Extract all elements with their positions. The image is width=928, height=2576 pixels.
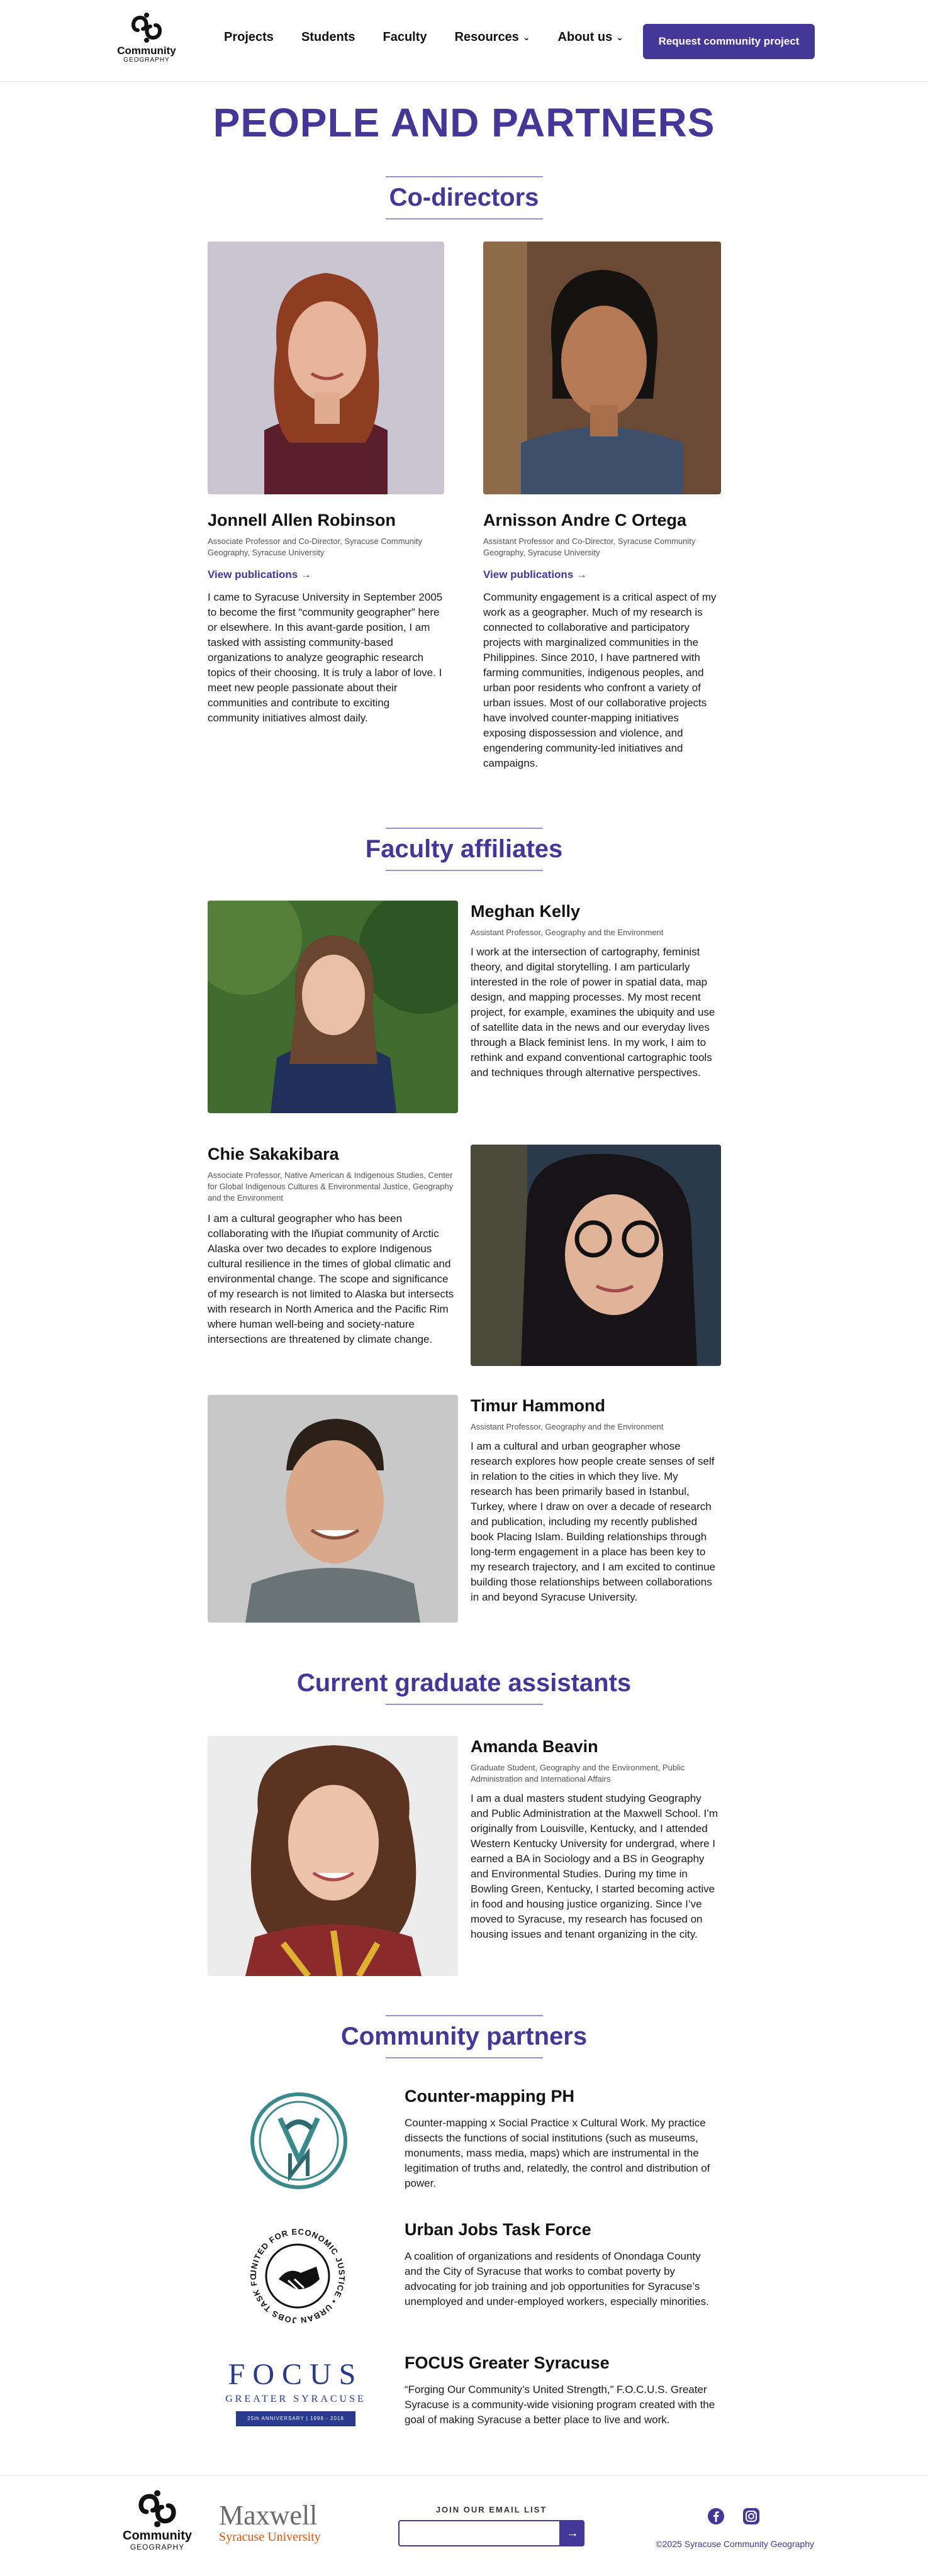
nav-projects[interactable]: Projects [224, 30, 274, 45]
person-name: Timur Hammond [471, 1396, 606, 1415]
instagram-icon[interactable] [742, 2507, 760, 2525]
person-role: Assistant Professor, Geography and the E… [471, 928, 664, 937]
view-publications-link[interactable]: View publications → [208, 569, 311, 581]
person-name: Jonnell Allen Robinson [208, 511, 396, 530]
syracuse-university-wordmark: Syracuse University [219, 2530, 321, 2544]
nav-faculty[interactable]: Faculty [383, 30, 427, 45]
divider [385, 2015, 543, 2016]
focus-logo-band: 25th ANNIVERSARY | 1998 - 2018 [236, 2411, 355, 2426]
email-submit-button[interactable]: → [561, 2520, 584, 2546]
person-bio: I am a cultural and urban geographer who… [471, 1440, 715, 1603]
person-name: Meghan Kelly [471, 902, 581, 921]
person-name: Amanda Beavin [471, 1737, 598, 1756]
footer-logo[interactable]: Community GEOGRAPHY [112, 2489, 203, 2551]
person-role: Associate Professor, Native American & I… [208, 1170, 454, 1202]
section-faculty-affiliates: Faculty affiliates [0, 828, 928, 871]
page-title: PEOPLE AND PARTNERS [213, 100, 715, 145]
focus-logo-word: FOCUS [228, 2358, 364, 2391]
nav-label: Projects [224, 30, 274, 44]
section-community-partners: Community partners [0, 2015, 928, 2058]
logo-line-1: Community [123, 2529, 192, 2543]
arrow-right-icon: → [301, 569, 312, 580]
nav-students[interactable]: Students [301, 30, 355, 45]
portrait-chie-sakakibara [471, 1145, 721, 1366]
divider [385, 1704, 543, 1705]
person-name: Chie Sakakibara [208, 1145, 339, 1163]
maxwell-logo[interactable]: Maxwell Syracuse University [219, 2500, 321, 2545]
maxwell-wordmark: Maxwell [219, 2500, 318, 2531]
urban-jobs-logo: UNITED FOR ECONOMIC JUSTICE • URBAN JOBS… [241, 2215, 351, 2329]
nav-resources[interactable]: Resources ⌄ [455, 30, 530, 45]
section-co-directors: Co-directors [0, 176, 928, 219]
focus-logo: FOCUS GREATER SYRACUSE 25th ANNIVERSARY … [220, 2358, 371, 2440]
divider [385, 870, 543, 871]
portrait-amanda-beavin [208, 1736, 458, 1976]
logo-line-1: Community [117, 45, 176, 57]
link-label: View publications [483, 569, 574, 580]
partner-description: “Forging Our Community’s United Strength… [405, 2384, 715, 2426]
facebook-icon[interactable] [707, 2507, 725, 2525]
site-logo[interactable]: Community GEOGRAPHY [112, 11, 181, 72]
portrait-timur-hammond [208, 1395, 458, 1623]
nav-label: Students [301, 30, 355, 44]
person-bio: I work at the intersection of cartograph… [471, 946, 715, 1079]
divider [385, 218, 543, 219]
logo-line-2: GEOGRAPHY [130, 2543, 185, 2551]
main-nav: Projects Students Faculty Resources ⌄ Abo… [224, 30, 651, 45]
partner-name: Counter-mapping PH [405, 2087, 574, 2106]
divider [385, 176, 543, 177]
partner-name: Urban Jobs Task Force [405, 2220, 591, 2239]
person-bio: I came to Syracuse University in Septemb… [208, 591, 443, 724]
person-role: Associate Professor and Co-Director, Syr… [208, 536, 423, 557]
portrait-jonnell-robinson [208, 242, 444, 494]
email-list-label: JOIN OUR EMAIL LIST [435, 2505, 547, 2514]
section-heading: Current graduate assistants [296, 1669, 632, 1697]
person-role: Assistant Professor, Geography and the E… [471, 1422, 664, 1431]
request-project-button[interactable]: Request community project [643, 24, 815, 59]
arrow-right-icon: → [566, 2526, 579, 2540]
arrow-right-icon: → [576, 569, 588, 580]
email-input[interactable] [398, 2520, 561, 2546]
person-bio: I am a cultural geographer who has been … [208, 1213, 454, 1345]
nav-about-us[interactable]: About us ⌄ [558, 30, 623, 45]
section-heading: Faculty affiliates [365, 835, 563, 863]
section-heading: Co-directors [389, 184, 539, 211]
community-geography-logo-icon [138, 2490, 176, 2528]
view-publications-link[interactable]: View publications → [483, 569, 587, 581]
divider [385, 2057, 543, 2058]
person-bio: I am a dual masters student studying Geo… [471, 1792, 718, 1940]
divider [385, 828, 543, 829]
nav-label: About us [557, 30, 613, 44]
chevron-down-icon: ⌄ [522, 32, 530, 42]
nav-label: Resources [454, 30, 519, 44]
person-bio: Community engagement is a critical aspec… [483, 591, 717, 769]
chevron-down-icon: ⌄ [616, 32, 623, 42]
portrait-arnisson-ortega [483, 242, 721, 494]
portrait-meghan-kelly [208, 901, 458, 1113]
nav-label: Faculty [383, 30, 427, 44]
person-role: Assistant Professor and Co-Director, Syr… [483, 536, 696, 557]
partner-name: FOCUS Greater Syracuse [405, 2353, 610, 2372]
focus-logo-sub: GREATER SYRACUSE [225, 2394, 366, 2404]
link-label: View publications [208, 569, 298, 580]
site-footer: Community GEOGRAPHY Maxwell Syracuse Uni… [0, 2475, 928, 2576]
section-heading: Community partners [340, 2023, 588, 2050]
logo-line-2: GEOGRAPHY [123, 57, 170, 64]
copyright-text: ©2025 Syracuse Community Geography [656, 2539, 814, 2549]
community-geography-logo-icon [131, 13, 162, 43]
section-graduate-assistants: Current graduate assistants [0, 1662, 928, 1705]
person-role: Graduate Student, Geography and the Envi… [471, 1763, 685, 1784]
site-header: Community GEOGRAPHY Projects Students Fa… [0, 0, 928, 82]
person-name: Arnisson Andre C Ortega [483, 511, 687, 530]
partner-description: A coalition of organizations and residen… [405, 2250, 709, 2307]
partner-description: Counter-mapping x Social Practice x Cult… [405, 2117, 710, 2189]
counter-mapping-logo [249, 2090, 349, 2191]
